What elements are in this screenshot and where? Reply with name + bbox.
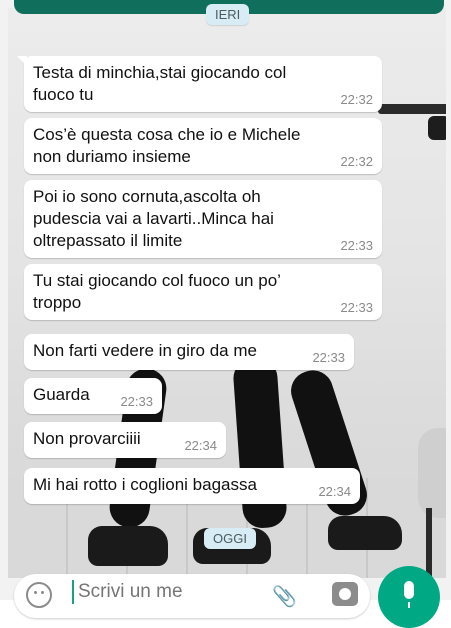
bubble-tail (17, 56, 27, 66)
paperclip-icon[interactable]: 📎 (272, 584, 297, 608)
microphone-body (404, 581, 414, 599)
message-text: Non provarciiii (33, 429, 141, 448)
message-bubble[interactable]: Testa di minchia,stai giocando col fuoco… (17, 56, 382, 112)
message-bubble[interactable]: Guarda 22:33 (24, 378, 162, 414)
message-composer: 📎 (14, 574, 370, 618)
wallpaper-chair-leg (426, 508, 432, 578)
chat-screen: IERI Testa di minchia,stai giocando col … (0, 0, 451, 628)
message-bubble[interactable]: Non farti vedere in giro da me 22:33 (24, 334, 354, 370)
message-bubble[interactable]: Non provarciiii 22:34 (24, 422, 226, 458)
date-chip-today: OGGI (204, 528, 256, 549)
message-time: 22:33 (340, 300, 373, 315)
message-text: Cos’è questa cosa che io e Michele non d… (33, 125, 301, 166)
message-time: 22:32 (340, 154, 373, 169)
wallpaper-shoe (88, 526, 168, 566)
wallpaper-shoe (328, 516, 402, 550)
message-text: Non farti vedere in giro da me (33, 341, 257, 360)
message-bubble[interactable]: Mi hai rotto i coglioni bagassa 22:34 (24, 468, 360, 504)
message-time: 22:32 (340, 92, 373, 107)
message-bubble[interactable]: Tu stai giocando col fuoco un po’ troppo… (24, 264, 382, 320)
message-text: Tu stai giocando col fuoco un po’ troppo (33, 271, 281, 312)
wallpaper-shelf (378, 104, 446, 114)
microphone-icon[interactable] (378, 566, 440, 628)
message-time: 22:33 (340, 238, 373, 253)
message-text: Poi io sono cornuta,ascolta oh pudescia … (33, 187, 274, 250)
message-time: 22:33 (120, 394, 153, 409)
message-text: Mi hai rotto i coglioni bagassa (33, 475, 257, 494)
message-text: Guarda (33, 385, 90, 404)
message-bubble[interactable]: Poi io sono cornuta,ascolta oh pudescia … (24, 180, 382, 258)
message-time: 22:34 (184, 438, 217, 453)
message-text: Testa di minchia,stai giocando col fuoco… (33, 63, 287, 104)
text-cursor (72, 580, 74, 604)
wallpaper-chair (418, 428, 446, 518)
message-time: 22:34 (318, 484, 351, 499)
camera-icon[interactable] (332, 582, 358, 606)
wallpaper-hook (428, 116, 446, 140)
message-time: 22:33 (312, 350, 345, 365)
emoji-icon[interactable] (26, 582, 52, 608)
message-bubble[interactable]: Cos’è questa cosa che io e Michele non d… (24, 118, 382, 174)
microphone-base (408, 602, 410, 608)
date-chip-yesterday: IERI (206, 4, 250, 25)
